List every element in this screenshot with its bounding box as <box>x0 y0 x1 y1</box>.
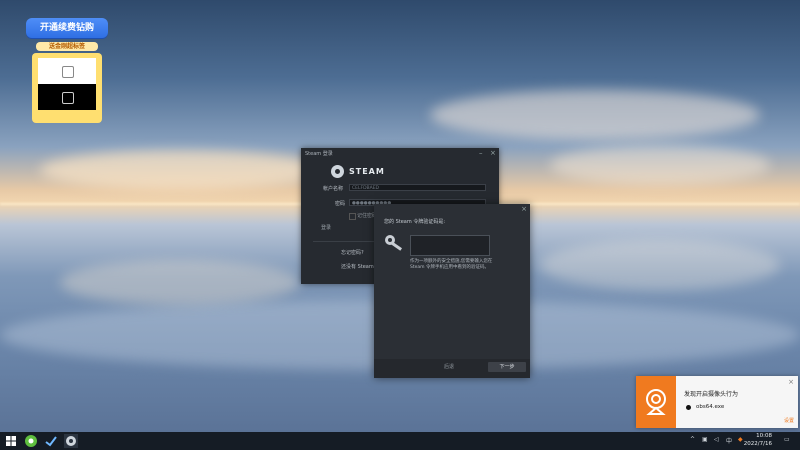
guard-question: 您的 Steam 令牌验证码是: <box>384 219 446 225</box>
password-label: 密码 <box>335 201 346 207</box>
username-field[interactable]: CELFDBAED <box>349 184 486 191</box>
guard-code-input[interactable] <box>410 235 490 256</box>
clock-time: 10:08 <box>756 433 772 439</box>
key-icon <box>385 235 403 251</box>
promo-image-dark <box>38 84 96 110</box>
notification-center-icon[interactable]: ▭ <box>784 436 790 443</box>
promo-subtitle: 送金刚超标签 <box>36 42 98 51</box>
app-icon <box>686 405 691 410</box>
forgot-password-link[interactable]: 忘记密码? <box>341 249 364 256</box>
back-button[interactable]: 后退 <box>434 362 464 372</box>
clock-date: 2022/7/16 <box>743 440 772 447</box>
volume-icon[interactable]: ◁ <box>714 436 719 443</box>
security-icon[interactable]: ◆ <box>738 436 743 443</box>
steam-logo-text: STEAM <box>349 167 385 176</box>
notification-settings-link[interactable]: 设置 <box>784 417 794 424</box>
notification-title: 发现开启摄像头行为 <box>684 391 739 398</box>
taskbar: ^ ▣ ◁ 中 ◆ 10:08 2022/7/16 ▭ <box>0 432 800 450</box>
login-window-title: Steam 登录 <box>305 151 333 157</box>
webcam-icon <box>646 389 666 415</box>
notification-accent <box>636 376 676 428</box>
close-icon[interactable]: × <box>788 378 794 386</box>
login-button[interactable]: 登录 <box>321 224 351 233</box>
steam-taskbar-icon[interactable] <box>64 434 78 448</box>
next-button[interactable]: 下一步 <box>488 362 526 372</box>
remember-checkbox[interactable] <box>349 213 356 220</box>
ime-icon[interactable]: 中 <box>726 436 732 445</box>
promo-title[interactable]: 开通续费钻购 <box>26 18 108 38</box>
camera-notification[interactable]: × 发现开启摄像头行为 obs64.exe 设置 <box>636 376 798 428</box>
app-check-icon[interactable] <box>44 434 58 448</box>
steam-logo-icon <box>331 165 344 178</box>
windows-logo-icon[interactable] <box>4 434 18 448</box>
network-icon[interactable]: ▣ <box>702 436 708 443</box>
promo-image-light <box>38 58 96 84</box>
steam-logo: STEAM <box>331 165 385 178</box>
browser-icon[interactable] <box>24 434 38 448</box>
promo-widget[interactable]: 开通续费钻购 送金刚超标签 <box>26 18 108 123</box>
username-label: 帐户名称 <box>323 186 344 192</box>
steam-guard-dialog: × 您的 Steam 令牌验证码是: 作为一项额外的安全措施,您需要输入您在 S… <box>374 204 530 378</box>
guard-help-text: 作为一项额外的安全措施,您需要输入您在 Steam 令牌手机应用中看到的验证码。 <box>410 259 493 270</box>
minimize-icon[interactable]: – <box>479 149 483 157</box>
notification-app-name: obs64.exe <box>696 404 725 410</box>
close-icon[interactable]: × <box>521 205 527 213</box>
close-icon[interactable]: × <box>490 149 496 157</box>
taskbar-clock[interactable]: 10:08 2022/7/16 <box>744 433 772 448</box>
tray-expand-icon[interactable]: ^ <box>690 436 695 443</box>
